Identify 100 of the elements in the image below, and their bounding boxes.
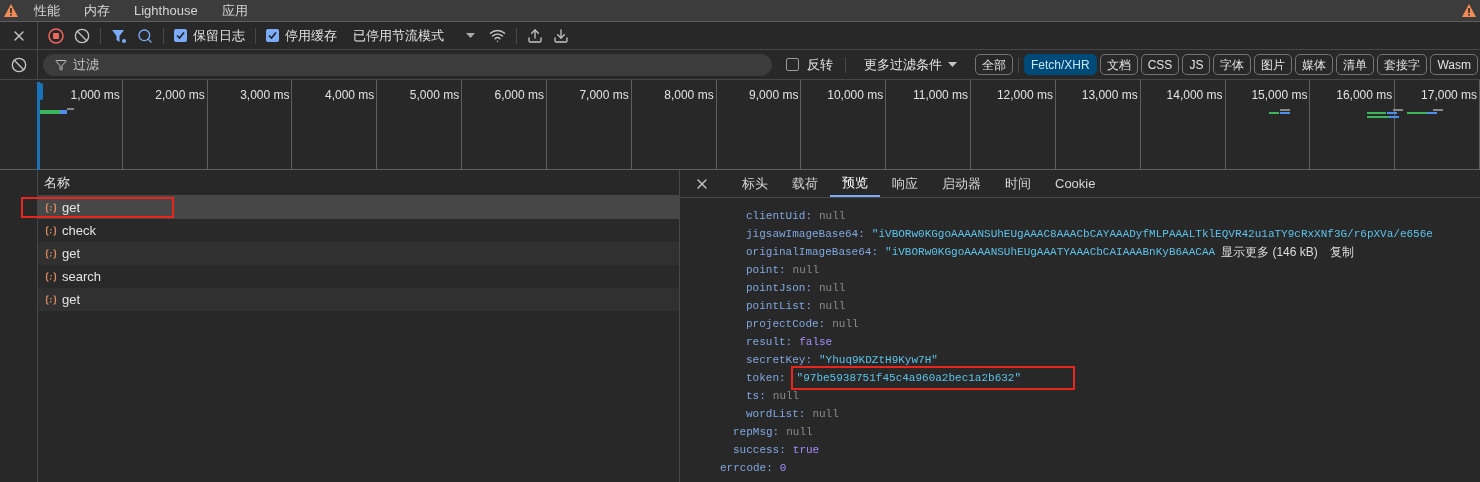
property-key: result: bbox=[746, 333, 793, 351]
panel-tab[interactable]: Lighthouse bbox=[134, 0, 198, 21]
property-value: "iVBORw0KGgoAAAANSUhEUgAAAC8AAACbCAYAAADyfMLPAAALTklEQVR42u1aTY9cRxXNf3G/r6pXVa/e656e bbox=[871, 226, 1433, 242]
type-filter-chip[interactable]: 字体 bbox=[1213, 54, 1252, 75]
type-filter-chip[interactable]: Fetch/XHR bbox=[1024, 54, 1097, 75]
braces-icon bbox=[44, 293, 58, 306]
checkbox-label: 保留日志 bbox=[193, 26, 245, 45]
filter-field[interactable]: 过滤 bbox=[43, 53, 772, 76]
property-key: success: bbox=[733, 441, 786, 459]
type-filter-chip[interactable]: CSS bbox=[1140, 54, 1180, 75]
time-tick-label: 12,000 ms bbox=[996, 87, 1053, 104]
detail-tab[interactable]: 载荷 bbox=[780, 170, 830, 197]
time-tick-label: 5,000 ms bbox=[409, 87, 460, 104]
property-value: "iVBORw0KGgoAAAANSUhEUgAAATYAAACbCAIAAABnKyB6AACAA bbox=[885, 244, 1216, 260]
type-filter-chip[interactable]: 媒体 bbox=[1295, 54, 1334, 75]
panel-tab[interactable]: 应用 bbox=[221, 0, 248, 21]
caret-icon bbox=[948, 62, 957, 67]
block-icon[interactable] bbox=[10, 56, 27, 73]
type-filter-chip[interactable]: Wasm bbox=[1430, 54, 1478, 75]
property-value: "Yhuq9KDZtH9Kyw7H" bbox=[819, 352, 938, 368]
property-value: null bbox=[792, 262, 819, 278]
time-tick-label: 4,000 ms bbox=[324, 87, 375, 104]
show-more-button[interactable]: 显示更多 (146 kB) bbox=[1221, 243, 1318, 261]
type-filter-chip[interactable]: 图片 bbox=[1254, 54, 1293, 75]
filter-icon bbox=[55, 58, 67, 71]
search-icon[interactable] bbox=[137, 27, 153, 44]
braces-icon bbox=[44, 270, 58, 283]
panel-tab[interactable]: 内存 bbox=[84, 0, 110, 21]
checkbox-label: 停用缓存 bbox=[285, 26, 337, 45]
panel-tab[interactable]: 性能 bbox=[34, 0, 60, 21]
checkbox-label: 反转 bbox=[807, 55, 833, 74]
property-key: clientUid: bbox=[746, 207, 812, 225]
property-value: null bbox=[819, 208, 846, 224]
time-tick-label: 8,000 ms bbox=[664, 87, 714, 104]
download-icon[interactable] bbox=[553, 27, 569, 44]
upload-icon[interactable] bbox=[527, 27, 543, 44]
request-name: get bbox=[62, 244, 81, 263]
time-tick-label: 17,000 ms bbox=[1421, 87, 1478, 104]
type-filter-chip[interactable]: 清单 bbox=[1336, 54, 1375, 75]
property-value: null bbox=[786, 424, 813, 440]
time-tick-label: 14,000 ms bbox=[1166, 87, 1223, 104]
time-tick-label: 16,000 ms bbox=[1336, 87, 1393, 104]
time-tick-label: 13,000 ms bbox=[1081, 87, 1138, 104]
caret-icon bbox=[466, 33, 475, 38]
property-key: jigsawImageBase64: bbox=[746, 225, 865, 243]
property-key: ts: bbox=[746, 387, 766, 405]
request-name: get bbox=[62, 290, 81, 309]
braces-icon bbox=[44, 247, 58, 260]
time-tick-label: 11,000 ms bbox=[912, 87, 969, 104]
time-tick-label: 10,000 ms bbox=[827, 87, 884, 104]
property-value: null bbox=[832, 316, 859, 332]
column-header[interactable]: 名称 bbox=[44, 172, 70, 193]
property-value: "97be5938751f45c4a960a2bec1a2b632" bbox=[792, 367, 1074, 389]
property-value: true bbox=[792, 442, 820, 458]
property-value: null bbox=[772, 388, 800, 404]
request-row[interactable]: get bbox=[38, 196, 679, 219]
time-tick-label: 6,000 ms bbox=[494, 87, 544, 104]
time-tick-label: 1,000 ms bbox=[70, 87, 120, 104]
property-key: wordList: bbox=[746, 405, 806, 423]
detail-tab[interactable]: 标头 bbox=[730, 170, 780, 197]
property-key: pointJson: bbox=[746, 279, 812, 297]
detail-tab[interactable]: Cookie bbox=[1043, 170, 1108, 197]
type-filter-chip[interactable]: JS bbox=[1182, 54, 1211, 75]
request-name: check bbox=[62, 221, 96, 240]
copy-button[interactable]: 复制 bbox=[1329, 243, 1354, 261]
request-row[interactable]: get bbox=[38, 288, 679, 311]
property-key: repMsg: bbox=[733, 423, 780, 441]
detail-tab[interactable]: 启动器 bbox=[930, 170, 993, 197]
detail-tab[interactable]: 时间 bbox=[993, 170, 1043, 197]
property-key: point: bbox=[746, 261, 786, 279]
time-tick-label: 3,000 ms bbox=[240, 87, 290, 104]
property-key: secretKey: bbox=[746, 351, 812, 369]
checkbox[interactable] bbox=[786, 58, 799, 71]
warning-icon bbox=[4, 4, 18, 17]
time-tick-label: 2,000 ms bbox=[155, 87, 205, 104]
checkbox[interactable] bbox=[174, 29, 187, 42]
clear-icon[interactable] bbox=[74, 27, 90, 44]
property-key: errcode: bbox=[720, 459, 773, 477]
request-name: get bbox=[62, 198, 81, 217]
type-filter-chip[interactable]: 套接字 bbox=[1377, 54, 1428, 75]
throttling-dropdown[interactable]: 已停用节流模式 bbox=[353, 25, 475, 46]
property-value: null bbox=[819, 280, 846, 296]
detail-tab[interactable]: 响应 bbox=[880, 170, 930, 197]
warning-icon bbox=[1462, 4, 1476, 17]
detail-tab[interactable]: 预览 bbox=[830, 170, 880, 197]
time-tick-label: 7,000 ms bbox=[579, 87, 629, 104]
type-filter-chip[interactable]: 文档 bbox=[1099, 54, 1138, 75]
time-tick-label: 9,000 ms bbox=[749, 87, 799, 104]
braces-icon bbox=[44, 201, 58, 214]
property-key: originalImageBase64: bbox=[746, 243, 879, 261]
filter-icon[interactable] bbox=[111, 27, 127, 44]
property-value: null bbox=[819, 298, 846, 314]
property-key: pointList: bbox=[746, 297, 812, 315]
request-row[interactable]: get bbox=[38, 242, 679, 265]
checkbox[interactable] bbox=[266, 29, 279, 42]
network-conditions-icon[interactable] bbox=[489, 27, 506, 44]
type-filter-chip[interactable]: 全部 bbox=[975, 54, 1013, 75]
stop-recording-icon[interactable] bbox=[48, 27, 64, 44]
more-filters-dropdown[interactable]: 更多过滤条件 bbox=[864, 54, 957, 75]
time-tick-label: 15,000 ms bbox=[1251, 87, 1308, 104]
